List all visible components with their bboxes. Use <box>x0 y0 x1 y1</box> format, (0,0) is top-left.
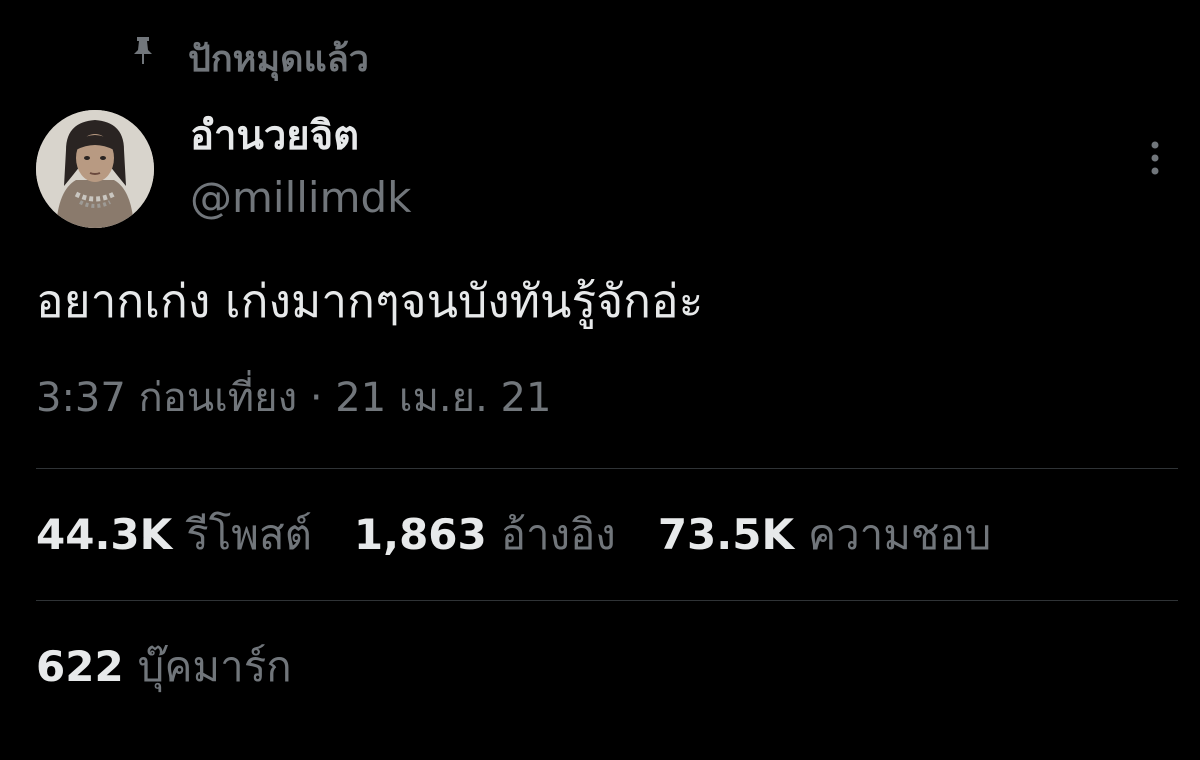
divider <box>36 600 1178 601</box>
quotes-stat[interactable]: 1,863 อ้างอิง <box>354 510 616 560</box>
author-handle[interactable]: @millimdk <box>190 173 411 223</box>
pinned-indicator: ปักหมุดแล้ว <box>130 32 369 88</box>
tweet-timestamp[interactable]: 3:37 ก่อนเที่ยง · 21 เม.ย. 21 <box>36 372 551 424</box>
quotes-count: 1,863 <box>353 510 487 559</box>
engagement-stats: 44.3K รีโพสต์ 1,863 อ้างอิง 73.5K ความชอ… <box>36 510 1033 560</box>
likes-count: 73.5K <box>657 510 794 559</box>
tweet-text: อยากเก่ง เก่งมากๆจนบังทันรู้จักอ่ะ <box>36 274 704 328</box>
pinned-label: ปักหมุดแล้ว <box>188 39 369 80</box>
bookmarks-stat[interactable]: 622 บุ๊คมาร์ก <box>36 642 292 692</box>
more-options-button[interactable] <box>1138 136 1172 180</box>
pin-icon <box>130 36 156 66</box>
reposts-label: รีโพสต์ <box>186 510 312 559</box>
likes-label: ความชอบ <box>807 510 992 559</box>
avatar[interactable] <box>36 110 154 228</box>
reposts-count: 44.3K <box>36 510 173 559</box>
divider <box>36 468 1178 469</box>
bookmarks-label: บุ๊คมาร์ก <box>137 642 292 691</box>
more-vertical-icon <box>1151 141 1159 175</box>
bookmarks-count: 622 <box>36 642 124 691</box>
author-display-name[interactable]: อำนวยจิต <box>190 112 359 160</box>
likes-stat[interactable]: 73.5K ความชอบ <box>658 510 992 560</box>
quotes-label: อ้างอิง <box>500 510 616 559</box>
reposts-stat[interactable]: 44.3K รีโพสต์ <box>36 510 312 560</box>
